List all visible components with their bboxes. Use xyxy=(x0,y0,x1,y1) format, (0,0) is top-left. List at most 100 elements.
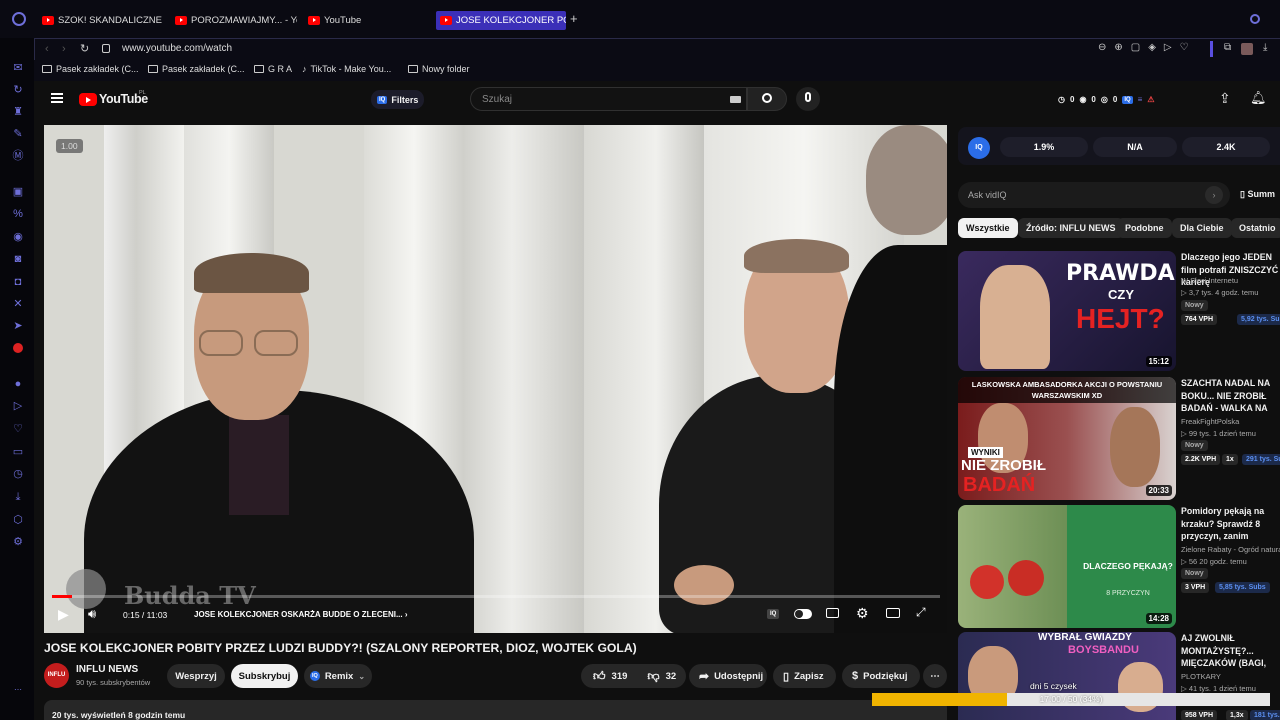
browser-menu-icon[interactable] xyxy=(12,12,26,26)
support-button[interactable]: Wesprzyj xyxy=(167,664,225,688)
download-icon[interactable]: ⤓ xyxy=(1263,42,1267,53)
thumbs-down-icon[interactable]: 👎︎ xyxy=(647,669,659,684)
play-icon[interactable]: ▷ xyxy=(12,400,24,412)
address-bar-actions[interactable]: ⊖⊕▢◈▷♡ xyxy=(1098,42,1197,53)
subscribe-button[interactable]: Subskrybuj xyxy=(231,664,298,688)
notification-icon[interactable] xyxy=(13,343,23,353)
telegram-icon[interactable]: ➤ xyxy=(12,320,24,332)
bookmark-folder[interactable]: Pasek zakładek (C... xyxy=(148,64,245,74)
keyboard-icon[interactable] xyxy=(730,96,741,103)
wallet-icon[interactable]: ▭ xyxy=(12,446,24,458)
rec-channel[interactable]: W Sieci Internetu xyxy=(1181,276,1238,285)
twitch-icon[interactable]: ▣ xyxy=(12,186,24,198)
settings-icon[interactable]: ⚙ xyxy=(12,536,24,548)
heart-icon[interactable]: ♡ xyxy=(12,423,24,435)
video-player[interactable]: 1.00 Budda TV ▶ 🔊︎ 0:15 / 11:03 JOSE KOL… xyxy=(44,125,947,633)
mail-icon[interactable]: ✉ xyxy=(12,62,24,74)
bookmark-folder[interactable]: G R A xyxy=(254,64,292,74)
filters-button[interactable]: IQ Filters xyxy=(371,90,425,109)
recommendation-item[interactable]: DLACZEGO PĘKAJĄ? 8 PRZYCZYN 14:28 Pomido… xyxy=(958,505,1280,628)
play-button[interactable]: ▶ xyxy=(58,606,69,623)
chip-similar[interactable]: Podobne xyxy=(1117,218,1172,238)
rec-title[interactable]: AJ ZWOLNIŁ MONTAŻYSTĘ?... MIĘCZAKÓW (BAG… xyxy=(1181,632,1280,670)
tab-3[interactable]: YouTube xyxy=(308,11,368,30)
notifications-bell-icon[interactable]: 🔔︎ xyxy=(1250,91,1267,105)
chip-for-you[interactable]: Dla Ciebie xyxy=(1172,218,1232,238)
list-icon[interactable]: ≡ xyxy=(1138,95,1143,104)
search-button[interactable] xyxy=(747,87,787,111)
search-input[interactable]: Szukaj xyxy=(470,87,747,111)
thumbnail[interactable]: PRAWDA CZY HEJT? 15:12 xyxy=(958,251,1176,371)
autoplay-toggle[interactable] xyxy=(794,609,812,619)
settings-gear-icon[interactable]: ⚙ xyxy=(856,605,869,622)
recommendation-item[interactable]: LASKOWSKA AMBASADORKA AKCJI O POWSTANIU … xyxy=(958,377,1280,500)
rec-channel[interactable]: PLOTKARY xyxy=(1181,672,1221,681)
thumbs-up-icon[interactable]: 👍︎ xyxy=(593,669,606,684)
vidiq-icon[interactable]: IQ xyxy=(1122,95,1133,104)
reload-icon[interactable]: ↻ xyxy=(80,42,89,55)
notes-icon[interactable]: ✎ xyxy=(12,128,24,140)
more-actions-button[interactable]: ⋯ xyxy=(923,664,947,688)
share-button[interactable]: ➦ Udostępnij xyxy=(689,664,767,688)
upload-icon[interactable]: ⇪ xyxy=(1219,91,1231,105)
percent-icon[interactable]: % xyxy=(12,208,24,220)
thumbnail[interactable]: DLACZEGO PĘKAJĄ? 8 PRZYCZYN 14:28 xyxy=(958,505,1176,628)
download-icon[interactable]: ⤓ xyxy=(12,491,24,503)
messenger-icon[interactable]: ◉ xyxy=(12,231,24,243)
hamburger-menu-icon[interactable] xyxy=(51,93,63,103)
new-tab-button[interactable]: + xyxy=(570,12,578,26)
more-icon[interactable]: ⋯ xyxy=(12,684,24,696)
forward-icon[interactable]: › xyxy=(62,43,66,55)
ask-vidiq-input[interactable]: Ask vidIQ › xyxy=(958,182,1230,208)
back-icon[interactable]: ‹ xyxy=(45,43,49,55)
recommendation-item[interactable]: PRAWDA CZY HEJT? 15:12 Dlaczego jego JED… xyxy=(958,251,1280,371)
volume-icon[interactable]: 🔊︎ xyxy=(88,606,96,622)
puzzle-icon[interactable]: ⧉ xyxy=(1224,42,1231,53)
playback-speed-badge[interactable]: 1.00 xyxy=(56,139,83,153)
thanks-button[interactable]: $ Podziękuj xyxy=(842,664,920,688)
rec-channel[interactable]: Zielone Rabaty - Ogród naturalny xyxy=(1181,545,1280,554)
voice-search-button[interactable] xyxy=(796,87,820,111)
chip-recent[interactable]: Ostatnio xyxy=(1231,218,1280,238)
channel-name[interactable]: INFLU NEWS xyxy=(76,664,138,675)
summary-button[interactable]: ▯ Summ xyxy=(1240,189,1275,200)
send-icon[interactable]: › xyxy=(1205,186,1223,204)
tab-1[interactable]: SZOK! SKANDALICZNE ZA xyxy=(42,11,162,30)
bookmark-link[interactable]: ♪ TikTok - Make You... xyxy=(302,64,391,74)
refresh-icon[interactable]: ↻ xyxy=(12,84,24,96)
x-icon[interactable]: ✕ xyxy=(12,298,24,310)
rec-channel[interactable]: FreakFightPolska xyxy=(1181,417,1239,426)
chip-source[interactable]: Źródło: INFLU NEWS xyxy=(1018,218,1124,238)
m-icon[interactable]: Ⓜ xyxy=(12,150,24,162)
thumbnail[interactable]: WYBRAŁ GWIAZDY BOYSBANDU xyxy=(958,632,1176,720)
instagram-icon[interactable]: ◘ xyxy=(12,276,24,288)
history-icon[interactable]: ◷ xyxy=(12,468,24,480)
spotify-icon[interactable]: ● xyxy=(12,378,24,390)
url-field[interactable]: www.youtube.com/watch xyxy=(122,43,232,54)
alert-icon[interactable]: ⚠ xyxy=(1147,95,1154,104)
vidiq-badge[interactable]: IQ xyxy=(968,137,990,159)
chip-all[interactable]: Wszystkie xyxy=(958,218,1018,238)
fullscreen-icon[interactable]: ⤢ xyxy=(916,605,926,620)
chapter-title[interactable]: JOSE KOLEKCJONER OSKARŻA BUDDE O ZLECENI… xyxy=(194,610,408,619)
miniplayer-icon[interactable] xyxy=(886,608,900,618)
thumbnail[interactable]: LASKOWSKA AMBASADORKA AKCJI O POWSTANIU … xyxy=(958,377,1176,500)
progress-bar[interactable] xyxy=(52,595,940,598)
bookmark-folder[interactable]: Pasek zakładek (C... xyxy=(42,64,139,74)
profile-avatar[interactable] xyxy=(1241,43,1253,55)
extensions-icon[interactable]: ⬡ xyxy=(12,514,24,526)
recommendation-item[interactable]: WYBRAŁ GWIAZDY BOYSBANDU AJ ZWOLNIŁ MONT… xyxy=(958,632,1280,720)
tab-4-active[interactable]: JOSE KOLEKCJONER POBI xyxy=(436,11,566,30)
youtube-logo-icon[interactable] xyxy=(79,93,97,106)
channel-avatar[interactable]: INFLU xyxy=(44,663,69,688)
like-count[interactable]: 319 xyxy=(612,671,628,682)
description-box[interactable]: 20 tys. wyświetleń 8 godzin temu xyxy=(44,700,947,720)
subtitles-icon[interactable] xyxy=(826,608,839,618)
search-tabs-icon[interactable] xyxy=(1250,14,1260,24)
bot-icon[interactable]: ♜ xyxy=(12,106,24,118)
tab-2[interactable]: POROZMAWIAJMY... - You xyxy=(175,11,297,30)
discord-icon[interactable]: ◙ xyxy=(12,253,24,265)
vidiq-player-icon[interactable]: IQ xyxy=(767,609,780,619)
rec-title[interactable]: Pomidory pękają na krzaku? Sprawdź 8 prz… xyxy=(1181,505,1280,543)
bookmark-folder[interactable]: Nowy folder xyxy=(408,64,470,74)
